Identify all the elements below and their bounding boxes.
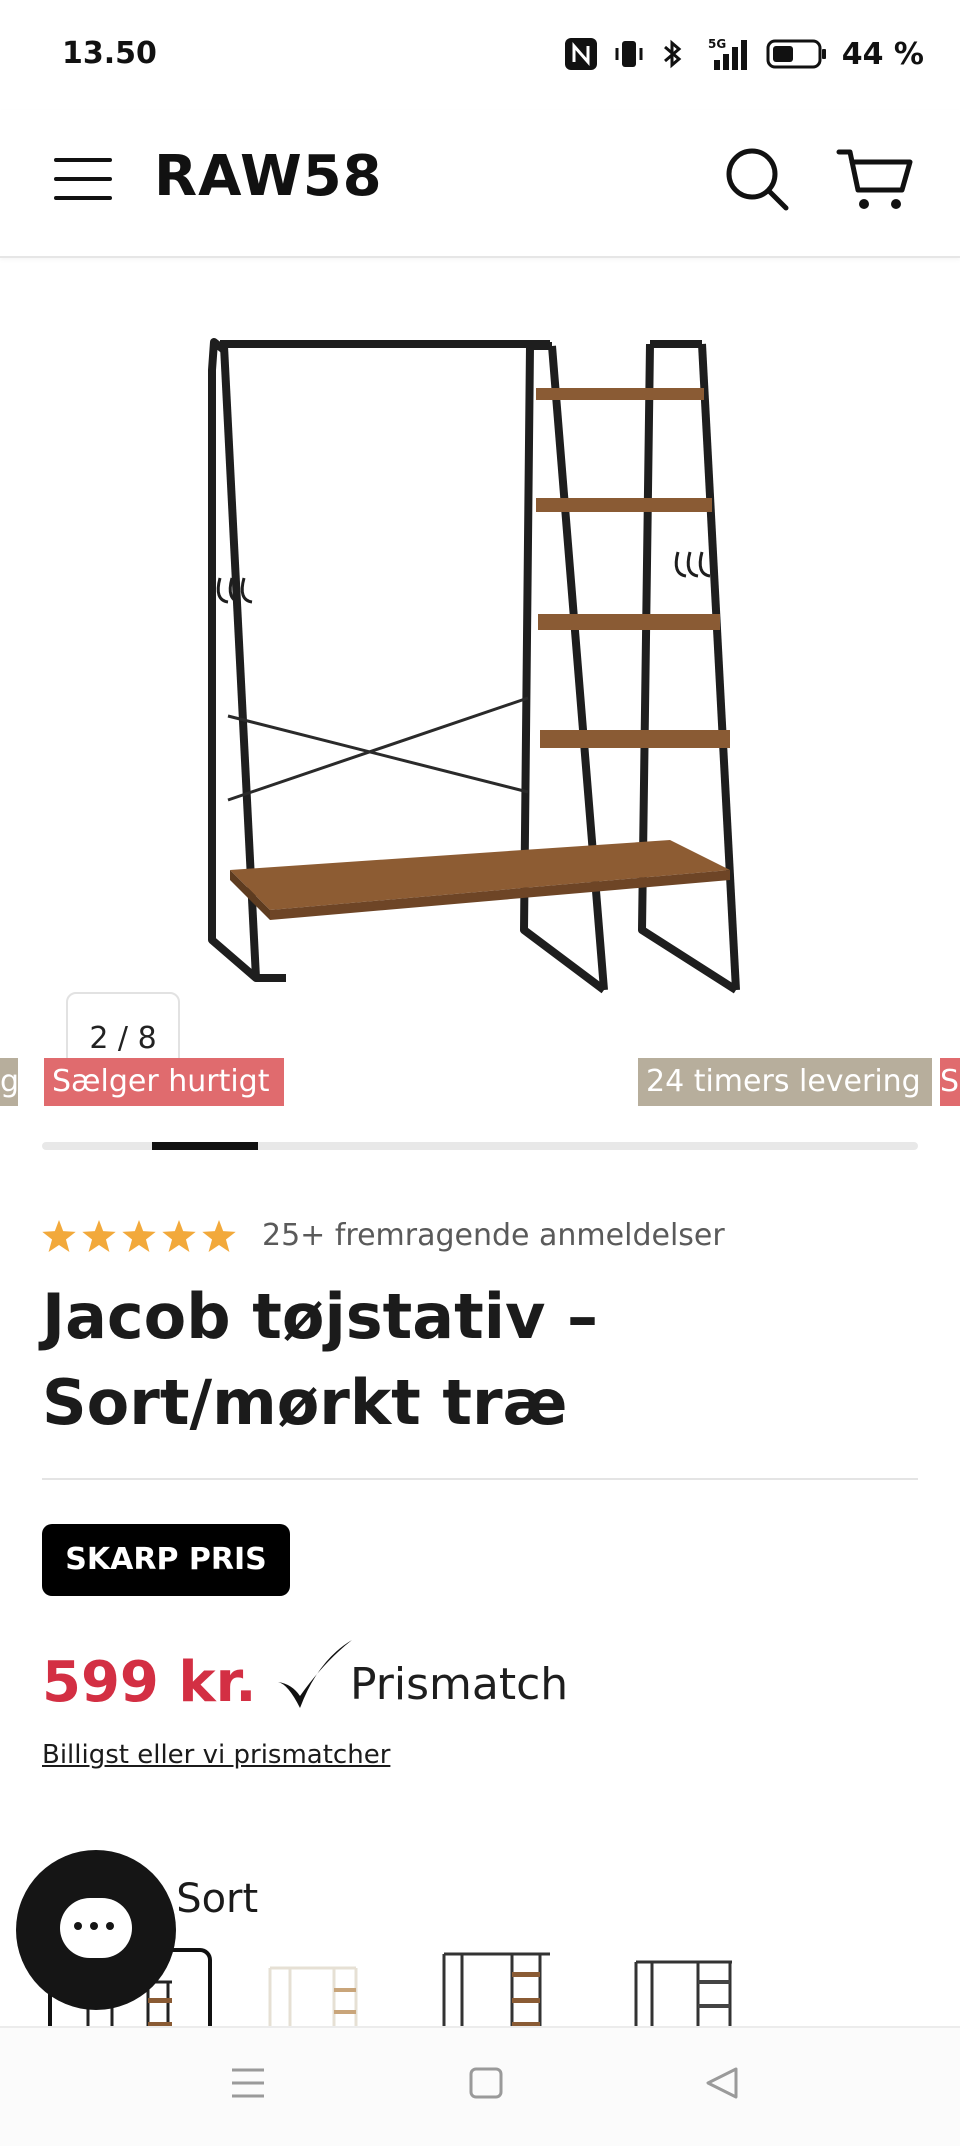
color-option-white[interactable] bbox=[260, 1948, 380, 2030]
vibrate-icon bbox=[615, 41, 643, 67]
badge-delivery: 24 timers levering bbox=[638, 1058, 932, 1106]
badge-sells-fast: Sælger hurtigt bbox=[44, 1058, 284, 1106]
color-option-dark-wood[interactable] bbox=[440, 1948, 560, 2030]
color-option-black[interactable] bbox=[632, 1948, 752, 2030]
system-nav-bar bbox=[0, 2026, 960, 2146]
gallery-progress[interactable] bbox=[42, 1142, 918, 1150]
divider bbox=[42, 1478, 918, 1480]
home-icon bbox=[469, 2067, 503, 2099]
star-icon bbox=[42, 1219, 76, 1252]
rating-stars bbox=[42, 1219, 236, 1252]
menu-button[interactable] bbox=[54, 154, 112, 208]
review-summary: 25+ fremragende anmeldelser bbox=[262, 1218, 725, 1253]
battery-icon bbox=[766, 39, 826, 69]
status-icons: 5G 44 % bbox=[564, 34, 924, 74]
star-icon bbox=[122, 1219, 156, 1252]
checkmark-icon bbox=[278, 1640, 352, 1708]
recent-apps-button[interactable] bbox=[230, 2066, 266, 2104]
thumbnail-image bbox=[634, 1960, 732, 2030]
back-icon bbox=[706, 2067, 738, 2099]
price-match-label: Prismatch bbox=[350, 1659, 569, 1710]
battery-percent: 44 % bbox=[841, 36, 924, 72]
badge-partial-right: S bbox=[940, 1058, 960, 1106]
star-icon bbox=[162, 1219, 196, 1252]
thumbnail-image bbox=[442, 1952, 550, 2030]
site-header: RAW58 bbox=[0, 110, 960, 258]
product-rating[interactable]: 25+ fremragende anmeldelser bbox=[42, 1218, 725, 1253]
chat-dots bbox=[74, 1922, 114, 1930]
menu-icon bbox=[54, 158, 112, 200]
cart-button[interactable] bbox=[836, 146, 914, 218]
bluetooth-icon bbox=[663, 39, 682, 69]
signal-5g-icon: 5G bbox=[708, 37, 747, 70]
star-icon bbox=[202, 1219, 236, 1252]
search-button[interactable] bbox=[724, 146, 792, 218]
status-bar: 13.50 5G 44 % bbox=[0, 0, 960, 110]
cart-icon bbox=[836, 149, 913, 209]
home-button[interactable] bbox=[468, 2066, 504, 2104]
nfc-icon bbox=[564, 38, 597, 70]
chat-button[interactable] bbox=[16, 1850, 176, 2010]
sharp-price-badge: SKARP PRIS bbox=[42, 1524, 290, 1596]
site-logo[interactable]: RAW58 bbox=[154, 144, 383, 209]
product-price: 599 kr. bbox=[42, 1650, 257, 1715]
thumbnail-image bbox=[268, 1966, 358, 2030]
product-image[interactable] bbox=[200, 330, 760, 1010]
badge-partial-left: g bbox=[0, 1058, 18, 1106]
star-icon bbox=[82, 1219, 116, 1252]
gallery-progress-fill bbox=[152, 1142, 258, 1150]
back-button[interactable] bbox=[704, 2066, 740, 2104]
svg-text:5G: 5G bbox=[708, 37, 726, 51]
cheapest-link[interactable]: Billigst eller vi prismatcher bbox=[42, 1740, 390, 1770]
status-time: 13.50 bbox=[62, 36, 157, 71]
recent-apps-icon bbox=[232, 2068, 264, 2098]
price-match: Prismatch bbox=[274, 1636, 568, 1712]
search-icon bbox=[726, 148, 789, 211]
product-title: Jacob tøjstativ – Sort/mørkt træ bbox=[42, 1280, 598, 1439]
